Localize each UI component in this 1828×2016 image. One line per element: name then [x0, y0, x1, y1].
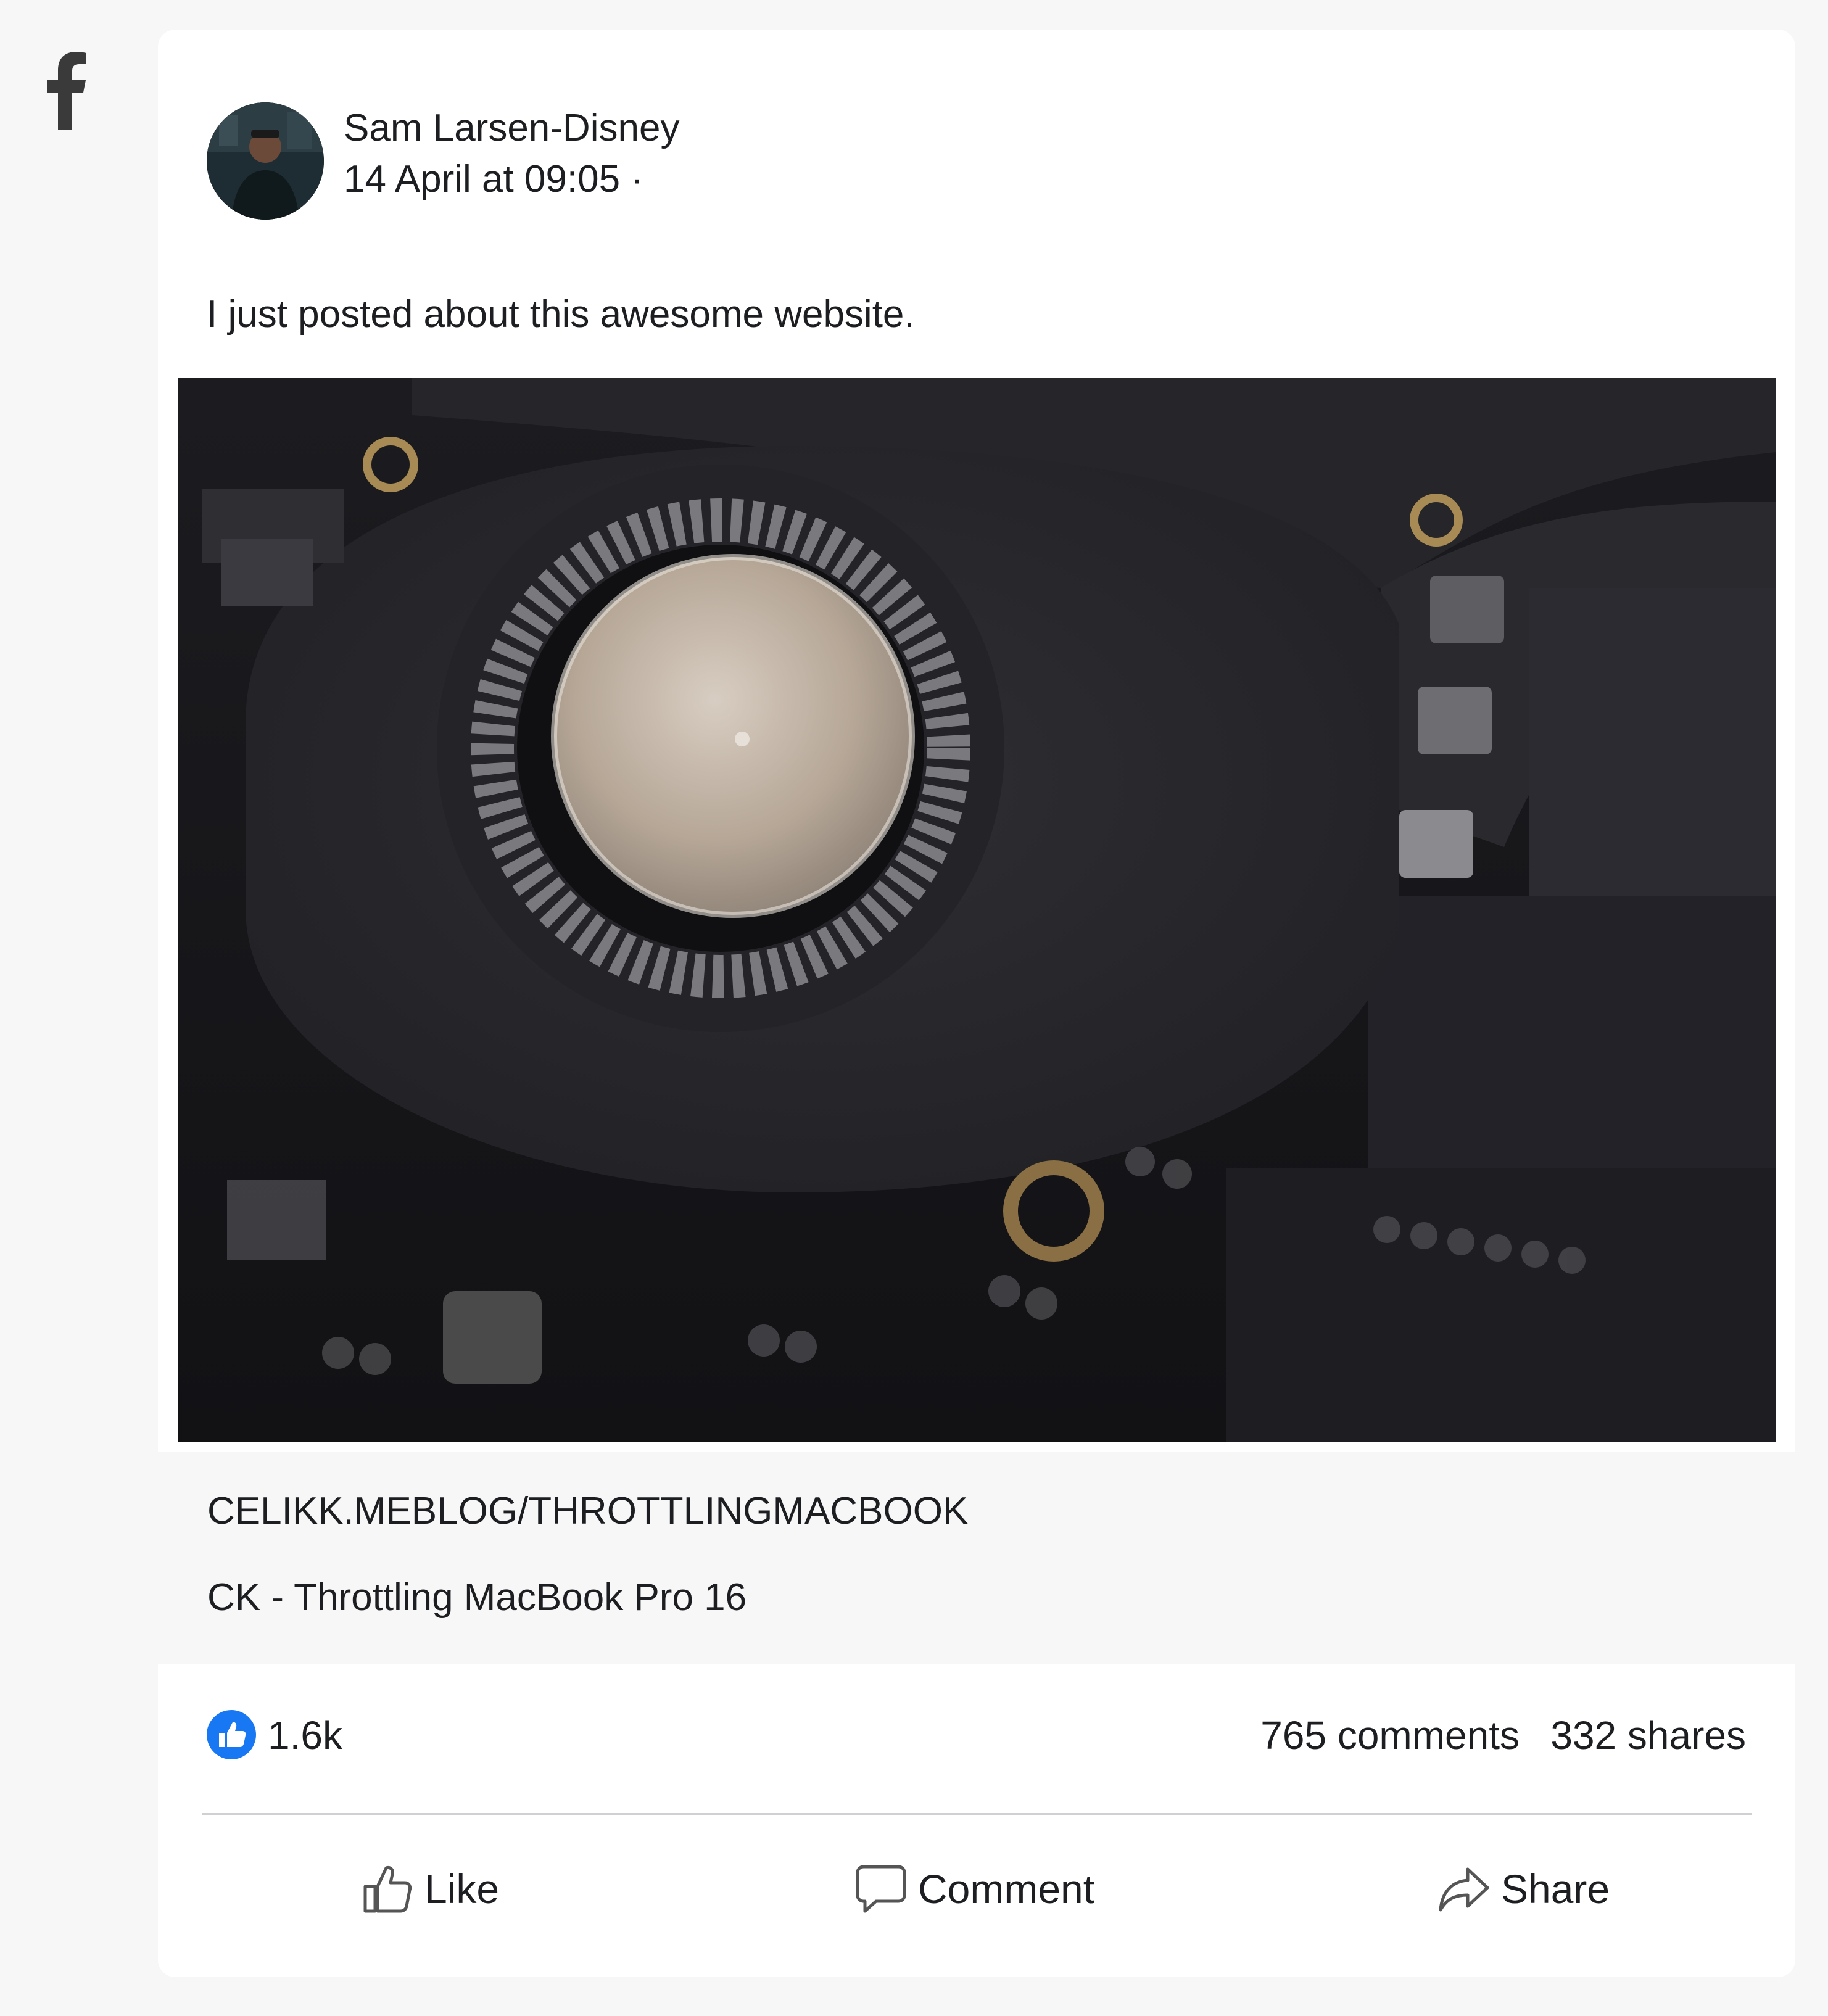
post-card: Sam Larsen-Disney 14 April at 09:05 · I …: [158, 30, 1795, 1452]
like-button[interactable]: Like: [362, 1855, 499, 1923]
share-button[interactable]: Share: [1438, 1855, 1610, 1923]
shares-count[interactable]: 332 shares: [1550, 1711, 1746, 1760]
link-title[interactable]: CK - Throttling MacBook Pro 16: [207, 1573, 747, 1622]
post-timestamp[interactable]: 14 April at 09:05 ·: [344, 155, 643, 204]
avatar[interactable]: [207, 102, 324, 220]
share-label: Share: [1501, 1866, 1610, 1912]
link-url[interactable]: CELIKK.MEBLOG/THROTTLINGMACBOOK: [207, 1487, 968, 1536]
author-name[interactable]: Sam Larsen-Disney: [344, 104, 679, 153]
comment-button[interactable]: Comment: [855, 1855, 1094, 1923]
like-label: Like: [424, 1866, 500, 1912]
comment-label: Comment: [918, 1866, 1095, 1912]
like-reaction-icon[interactable]: [207, 1710, 256, 1759]
comment-bubble-icon: [856, 1865, 906, 1913]
share-arrow-icon: [1439, 1867, 1489, 1912]
post-text: I just posted about this awesome website…: [207, 293, 915, 336]
post-footer: 1.6k 765 comments 332 shares Like Commen…: [158, 1664, 1795, 1977]
comments-count[interactable]: 765 comments: [1260, 1711, 1520, 1760]
laptop-fan-photo[interactable]: [178, 378, 1776, 1442]
divider: [202, 1813, 1752, 1815]
facebook-f-icon[interactable]: [44, 49, 88, 130]
like-count[interactable]: 1.6k: [268, 1711, 342, 1760]
thumbs-up-icon: [363, 1866, 412, 1913]
